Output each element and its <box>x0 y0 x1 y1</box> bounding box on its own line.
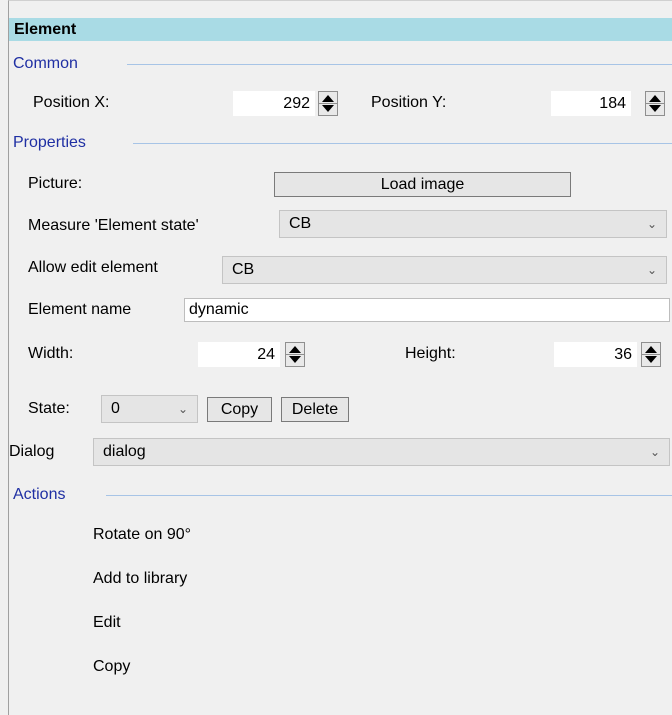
height-spinner[interactable] <box>641 342 661 367</box>
spin-divider <box>319 103 337 104</box>
action-add-to-library[interactable]: Add to library <box>93 568 187 590</box>
measure-element-state-value: CB <box>289 215 312 232</box>
state-copy-button[interactable]: Copy <box>207 397 272 422</box>
element-name-label: Element name <box>28 301 132 318</box>
chevron-down-icon[interactable]: ⌄ <box>647 211 657 237</box>
width-input[interactable]: 24 <box>198 342 280 367</box>
section-actions-divider <box>106 495 672 496</box>
height-label: Height: <box>405 345 456 362</box>
action-rotate-90[interactable]: Rotate on 90° <box>93 524 191 546</box>
state-label: State: <box>28 400 70 417</box>
position-y-input[interactable]: 184 <box>551 91 631 116</box>
section-properties-divider <box>133 143 672 144</box>
spin-divider <box>286 354 304 355</box>
width-label: Width: <box>28 345 74 362</box>
spin-divider <box>642 354 660 355</box>
spin-divider <box>646 103 664 104</box>
section-properties-label: Properties <box>13 134 86 151</box>
position-y-spinner[interactable] <box>645 91 665 116</box>
height-input[interactable]: 36 <box>554 342 637 367</box>
action-edit[interactable]: Edit <box>93 612 121 634</box>
section-common-divider <box>127 64 672 65</box>
state-delete-button[interactable]: Delete <box>281 397 349 422</box>
spin-up-icon[interactable] <box>289 346 301 353</box>
state-value: 0 <box>111 400 120 417</box>
section-common-label: Common <box>13 55 78 72</box>
load-image-button[interactable]: Load image <box>274 172 571 197</box>
chevron-down-icon[interactable]: ⌄ <box>178 396 188 422</box>
action-copy[interactable]: Copy <box>93 656 130 678</box>
position-x-label: Position X: <box>33 94 110 111</box>
dialog-select[interactable]: dialog ⌄ <box>93 438 670 466</box>
measure-element-state-label: Measure 'Element state' <box>28 217 199 234</box>
spin-down-icon[interactable] <box>649 105 661 112</box>
allow-edit-element-select[interactable]: CB ⌄ <box>222 256 667 284</box>
chevron-down-icon[interactable]: ⌄ <box>650 439 660 465</box>
dialog-label: Dialog <box>9 443 55 460</box>
position-x-spinner[interactable] <box>318 91 338 116</box>
spin-down-icon[interactable] <box>645 356 657 363</box>
dialog-value: dialog <box>103 443 146 460</box>
width-spinner[interactable] <box>285 342 305 367</box>
state-select[interactable]: 0 ⌄ <box>101 395 198 423</box>
measure-element-state-select[interactable]: CB ⌄ <box>279 210 667 238</box>
position-x-input[interactable]: 292 <box>233 91 315 116</box>
allow-edit-element-value: CB <box>232 261 255 278</box>
spin-up-icon[interactable] <box>645 346 657 353</box>
position-y-label: Position Y: <box>371 94 447 111</box>
spin-down-icon[interactable] <box>289 356 301 363</box>
spin-up-icon[interactable] <box>322 95 334 102</box>
spin-up-icon[interactable] <box>649 95 661 102</box>
spin-down-icon[interactable] <box>322 105 334 112</box>
allow-edit-element-label: Allow edit element <box>28 259 158 276</box>
picture-label: Picture: <box>28 175 83 192</box>
panel-title: Element <box>9 18 672 41</box>
section-actions-label: Actions <box>13 486 66 503</box>
element-name-input[interactable]: dynamic <box>184 298 670 322</box>
chevron-down-icon[interactable]: ⌄ <box>647 257 657 283</box>
